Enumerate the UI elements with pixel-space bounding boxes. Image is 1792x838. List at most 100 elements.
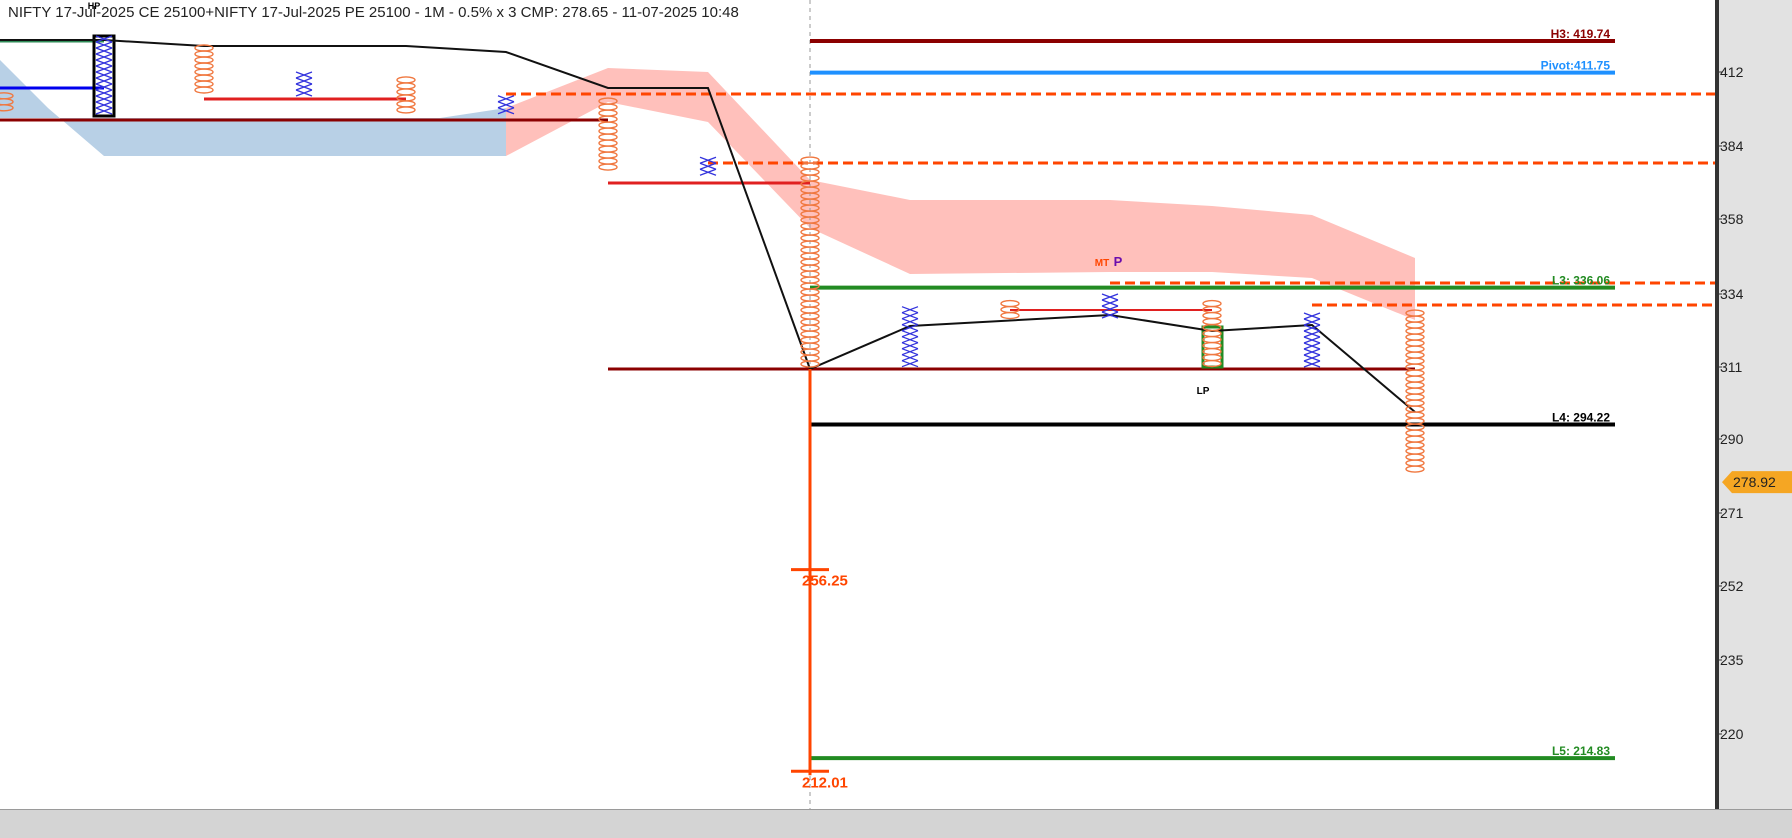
o-mark <box>194 74 214 82</box>
o-mark <box>1405 465 1425 473</box>
o-mark <box>598 145 618 153</box>
o-mark <box>1405 387 1425 395</box>
o-mark <box>1405 321 1425 329</box>
x-mark <box>295 83 313 91</box>
o-mark <box>598 103 618 111</box>
x-mark <box>901 354 919 362</box>
x-mark <box>95 53 113 61</box>
y-tick-label-0: 412 <box>1720 64 1744 80</box>
o-mark <box>1405 453 1425 461</box>
o-mark <box>598 151 618 159</box>
x-mark <box>699 168 717 176</box>
x-mark <box>1303 360 1321 368</box>
x-mark <box>1303 312 1321 320</box>
x-mark <box>901 306 919 314</box>
current-price-label: 278.92 <box>1733 474 1776 490</box>
o-mark <box>194 56 214 64</box>
o-mark <box>396 88 416 96</box>
x-mark <box>901 348 919 356</box>
x-mark <box>1303 354 1321 362</box>
o-mark <box>1405 393 1425 401</box>
o-mark <box>1202 341 1222 350</box>
o-mark <box>1405 357 1425 365</box>
level-label-pivot: Pivot:411.75 <box>1541 59 1611 73</box>
x-mark <box>1101 293 1119 301</box>
o-mark <box>194 68 214 76</box>
o-mark <box>396 100 416 108</box>
o-mark <box>1000 311 1020 320</box>
marker-lp: LP <box>1197 386 1210 397</box>
level-label-l5: L5: 214.83 <box>1552 744 1610 758</box>
x-mark <box>95 101 113 109</box>
o-mark <box>1405 339 1425 347</box>
level-label-l3: L3: 336.06 <box>1552 274 1610 288</box>
pnf-column-14 <box>1405 309 1425 473</box>
o-mark <box>1405 447 1425 455</box>
o-mark <box>1405 459 1425 467</box>
o-mark <box>396 82 416 90</box>
pnf-column-6 <box>598 97 618 171</box>
x-mark <box>95 77 113 85</box>
o-mark <box>1202 317 1222 326</box>
y-tick-label-2: 358 <box>1720 211 1744 227</box>
o-mark <box>1202 299 1222 308</box>
x-mark <box>901 312 919 320</box>
y-tick-label-5: 290 <box>1720 431 1744 447</box>
y-tick-label-3: 334 <box>1720 286 1744 302</box>
o-mark <box>598 139 618 147</box>
o-mark <box>1405 411 1425 419</box>
price-axis: 412 384 358 334 311 290 271 252 235 220 278.92 <box>1715 0 1792 809</box>
o-mark <box>194 80 214 88</box>
horizontal-scrollbar[interactable] <box>0 809 1792 838</box>
pnf-column-9 <box>901 306 919 368</box>
x-mark <box>1101 299 1119 307</box>
o-mark <box>1405 435 1425 443</box>
x-mark <box>1303 330 1321 338</box>
x-mark <box>295 89 313 97</box>
x-mark <box>901 336 919 344</box>
o-mark <box>1405 381 1425 389</box>
o-mark <box>598 121 618 129</box>
o-mark <box>1202 347 1222 356</box>
o-mark <box>1405 327 1425 335</box>
x-mark <box>95 47 113 55</box>
x-mark <box>497 101 515 109</box>
o-mark <box>1405 441 1425 449</box>
o-mark <box>396 106 416 114</box>
x-mark <box>95 71 113 79</box>
o-mark <box>598 109 618 117</box>
o-mark <box>1405 399 1425 407</box>
o-mark <box>1202 353 1222 362</box>
o-mark <box>1405 375 1425 383</box>
o-mark <box>1405 429 1425 437</box>
x-mark <box>497 95 515 103</box>
x-mark <box>901 318 919 326</box>
chart-title: NIFTY 17-Jul-2025 CE 25100+NIFTY 17-Jul-… <box>8 4 739 21</box>
y-tick-label-9: 220 <box>1720 726 1744 742</box>
x-mark <box>95 65 113 73</box>
static-lines <box>0 0 1717 809</box>
column-annotation-label-0: 256.25 <box>802 573 848 590</box>
o-mark <box>1405 345 1425 353</box>
marker-p: P <box>1114 254 1123 269</box>
o-mark <box>1405 369 1425 377</box>
marker-mt: MT <box>1095 258 1109 269</box>
x-mark <box>1303 348 1321 356</box>
x-mark <box>1303 342 1321 350</box>
x-mark <box>901 360 919 368</box>
o-mark <box>598 163 618 171</box>
y-tick-label-7: 252 <box>1720 578 1744 594</box>
x-mark <box>1303 336 1321 344</box>
pivot-levels: H3: 419.74 Pivot:411.75 L3: 336.06 L4: 294.… <box>810 27 1615 761</box>
y-tick-label-4: 311 <box>1720 359 1743 375</box>
o-mark <box>598 133 618 141</box>
blue-cloud <box>0 60 506 156</box>
x-mark <box>95 59 113 67</box>
x-mark <box>95 41 113 49</box>
x-mark <box>295 71 313 79</box>
pnf-chart[interactable]: H3: 419.74 Pivot:411.75 L3: 336.06 L4: 294.… <box>0 0 1792 809</box>
pnf-column-1 <box>95 35 113 115</box>
o-mark <box>194 62 214 70</box>
x-mark <box>901 330 919 338</box>
o-mark <box>396 76 416 84</box>
